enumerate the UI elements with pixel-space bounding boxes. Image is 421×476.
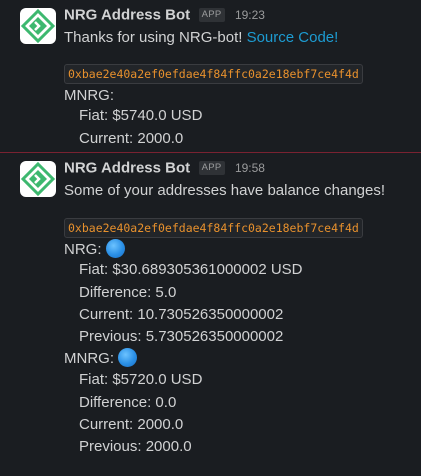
nrg-logo-icon — [20, 8, 56, 44]
fiat-value: Fiat: $30.689305361000002 USD — [79, 261, 303, 278]
bot-avatar[interactable] — [20, 161, 56, 197]
section-label-text: MNRG: — [64, 350, 114, 367]
address-code: 0xbae2e40a2ef0efdae4f84ffc0a2e18ebf7ce4f… — [64, 218, 363, 238]
current-value: Current: 2000.0 — [79, 416, 184, 433]
previous-value: Previous: 2000.0 — [79, 438, 192, 455]
message-header: NRG Address Bot APP 19:58 — [64, 159, 265, 177]
fiat-value: Fiat: $5740.0 USD — [79, 107, 203, 124]
section-label-mnrg: MNRG: — [64, 348, 137, 369]
message-text: Thanks for using NRG-bot! Source Code! — [64, 28, 338, 48]
blue-circle-icon — [118, 348, 137, 367]
bot-name[interactable]: NRG Address Bot — [64, 6, 190, 23]
message-1: NRG Address Bot APP 19:23 Thanks for usi… — [0, 0, 421, 150]
timestamp[interactable]: 19:23 — [235, 8, 265, 22]
difference-value: Difference: 5.0 — [79, 284, 177, 301]
fiat-value: Fiat: $5720.0 USD — [79, 371, 203, 388]
difference-value: Difference: 0.0 — [79, 394, 177, 411]
app-badge: APP — [198, 7, 225, 22]
message-text-body: Thanks for using NRG-bot! — [64, 29, 243, 46]
message-2: NRG Address Bot APP 19:58 Some of your a… — [0, 153, 421, 476]
section-label-text: NRG: — [64, 241, 102, 258]
message-header: NRG Address Bot APP 19:23 — [64, 6, 265, 24]
nrg-logo-icon — [20, 161, 56, 197]
current-value: Current: 2000.0 — [79, 130, 184, 147]
address-code: 0xbae2e40a2ef0efdae4f84ffc0a2e18ebf7ce4f… — [64, 64, 363, 84]
section-label-nrg: NRG: — [64, 239, 125, 260]
bot-name[interactable]: NRG Address Bot — [64, 159, 190, 176]
previous-value: Previous: 5.730526350000002 — [79, 328, 284, 345]
bot-avatar[interactable] — [20, 8, 56, 44]
message-text: Some of your addresses have balance chan… — [64, 182, 386, 199]
current-value: Current: 10.730526350000002 — [79, 306, 284, 323]
blue-circle-icon — [105, 239, 125, 258]
timestamp[interactable]: 19:58 — [235, 161, 265, 175]
source-code-link[interactable]: Source Code! — [247, 29, 339, 46]
section-label: MNRG: — [64, 87, 114, 104]
app-badge: APP — [198, 160, 225, 175]
